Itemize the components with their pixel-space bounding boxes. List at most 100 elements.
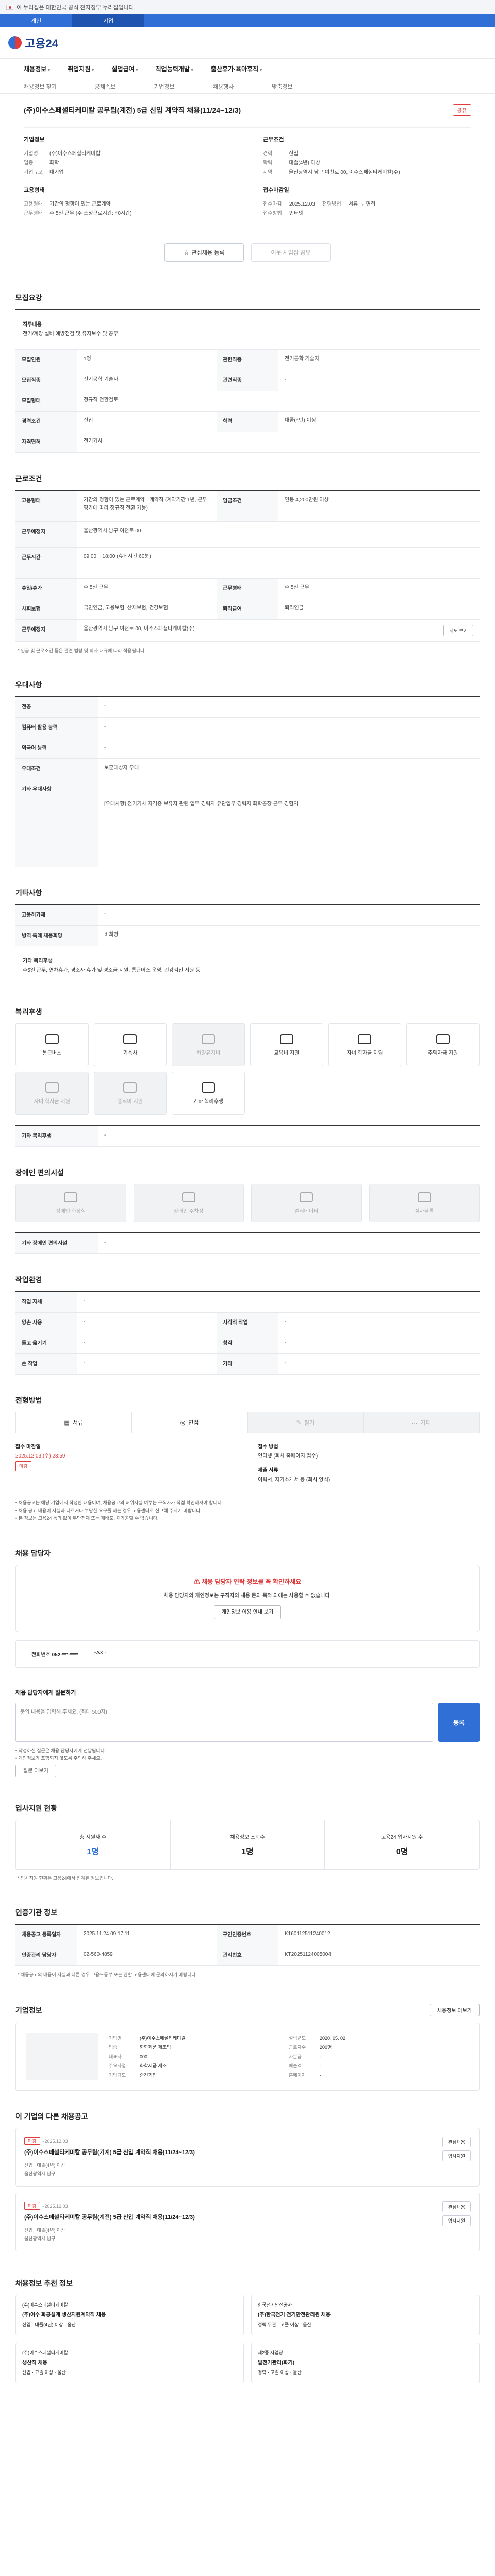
section-title: 입사지원 현황 <box>15 1804 58 1812</box>
info-key: 기업명 <box>109 2036 122 2041</box>
stat-label: 고용24 입사지원 수 <box>381 1835 423 1840</box>
logo[interactable]: 고용24 <box>8 35 58 51</box>
row-key: 작업 자세 <box>15 1292 77 1312</box>
site-header: 고용24 <box>0 27 495 59</box>
subnav-item-search[interactable]: 채용정보 찾기 <box>24 82 57 91</box>
job-header: (주)이수스페셜티케미칼 공무팀(계전) 5급 신입 계약직 채용(11/24~… <box>15 94 480 226</box>
bullet: • 채용공고는 해당 기업에서 작성한 내용이며, 채용공고의 허위사실 여부는… <box>15 1500 223 1505</box>
nav-item-support[interactable]: 취업지원 <box>68 64 94 73</box>
apply-info: 접수 마감일 2025.12.03 (수) 23:59 마감 접수 방법 인터넷… <box>15 1433 480 1494</box>
process-steps: ▤ 서류 ◎ 면접 ✎ 필기 … 기타 <box>15 1412 480 1433</box>
stats-box: 총 지원자 수 1명 채용정보 조회수 1명 고용24 입사지원 수 0명 <box>15 1820 480 1870</box>
logo-icon <box>8 36 22 49</box>
job-card[interactable]: 마감 ~2025.12.03 (주)이수스페셜티케미칼 공무팀(계전) 5급 신… <box>15 2193 480 2251</box>
etc-box-text: 주5일 근무, 연차휴가, 경조사 휴가 및 경조금 지원, 통근버스 운영, … <box>23 968 201 973</box>
row-key: 모집직종 <box>15 370 77 391</box>
scrap-button[interactable]: ☆ 관심채용 등록 <box>164 243 244 262</box>
welfare-label: 중식비 지원 <box>118 1098 143 1105</box>
similar-card[interactable]: 한국전기안전공사 (주)한국전기 전기안전관리원 채용 경력 무관 · 고졸 이상 … <box>251 2295 480 2335</box>
section-title: 작업환경 <box>15 1276 42 1284</box>
company-logo <box>26 2033 98 2080</box>
period-label: 고용형태 <box>24 187 45 193</box>
cond-summary-label: 근무조건 <box>263 137 284 143</box>
nav-item-benefit[interactable]: 실업급여 <box>111 64 138 73</box>
row-key: 모집인원 <box>15 350 77 370</box>
subnav-item-news[interactable]: 공채속보 <box>95 82 116 91</box>
summary-key: 전형방법 <box>322 201 341 207</box>
more-questions-button[interactable]: 질문 더보기 <box>15 1765 56 1777</box>
job-card[interactable]: 마감 ~2025.12.03 (주)이수스페셜티케미칼 공무팀(기계) 5급 신… <box>15 2128 480 2187</box>
doc-value: 이력서, 자기소개서 등 (회사 양식) <box>258 1477 331 1483</box>
facility-label: 점자블록 <box>415 1208 434 1214</box>
similar-company: (주)이수스페셜티케미칼 <box>22 2302 68 2308</box>
row-key: 모집형태 <box>15 391 77 411</box>
share-button[interactable]: 공유 <box>452 104 471 116</box>
process-step: ✎ 필기 <box>248 1412 364 1433</box>
stat-value: 0명 <box>395 1848 408 1856</box>
row-value: 주 5일 근무 <box>285 585 309 590</box>
nav-item-training[interactable]: 직업능력개발 <box>156 64 193 73</box>
job-meta: 울산광역시 남구 <box>24 2171 56 2176</box>
similar-meta: 신입 · 고졸 이상 · 울산 <box>22 2370 66 2375</box>
row-key: 관련직종 <box>217 370 278 391</box>
row-key: 자격면허 <box>15 432 77 452</box>
facility-label: 엘리베이터 <box>294 1208 319 1214</box>
summary-value: 2025.12.03 <box>289 201 315 207</box>
info-value: 화학제품 제조업 <box>140 2045 171 2050</box>
row-value: 국민연금, 고용보험, 산재보험, 건강보험 <box>84 605 168 611</box>
section-title: 채용정보 추천 정보 <box>15 2279 73 2287</box>
document-icon: ▤ <box>64 1419 70 1426</box>
scrap-card-button[interactable]: 관심채용 <box>442 2201 471 2212</box>
phone-label: 전화번호 <box>31 1652 51 1658</box>
row-key: 기타 <box>217 1354 278 1374</box>
subnav-item-events[interactable]: 채용행사 <box>213 82 234 91</box>
facility-item: 장애인 주차장 <box>133 1184 244 1222</box>
nav-item-jobs[interactable]: 채용정보 <box>24 64 50 73</box>
info-value: 000 <box>140 2054 148 2059</box>
subnav-item-company[interactable]: 기업정보 <box>154 82 174 91</box>
info-key: 업종 <box>109 2045 118 2050</box>
row-value: - <box>285 1340 287 1345</box>
row-key: 시각적 작업 <box>217 1313 278 1333</box>
welfare-label: 자녀 학자금 지원 <box>34 1098 70 1105</box>
similar-card[interactable]: 제2종 사업장 발전기관리(화기) 경력 · 고졸 이상 · 울산 <box>251 2343 480 2383</box>
bullet: • 개인정보가 포함되지 않도록 주의해 주세요. <box>15 1756 102 1761</box>
step-label: 서류 <box>72 1420 84 1426</box>
tab-personal[interactable]: 개인 <box>0 14 72 27</box>
job-title: (주)이수스페셜티케미칼 공무팀(계전) 5급 신입 계약직 채용(11/24~… <box>24 106 241 114</box>
scrap-label: 관심채용 등록 <box>191 250 225 256</box>
work-env-section: 작업환경 작업 자세 - 양손 사용 - 시각적 작업 - 들고 옮기기 - 청각 - 손 작… <box>15 1259 480 1380</box>
question-input[interactable] <box>15 1703 433 1742</box>
section-title: 채용 담당자 <box>15 1549 51 1557</box>
row-value: - <box>104 1240 106 1245</box>
register-button[interactable]: 등록 <box>438 1703 480 1742</box>
privacy-info-button[interactable]: 개인정보 이용 안내 보기 <box>213 1605 282 1619</box>
share-neighbor-button[interactable]: 이웃 사업장 공유 <box>251 243 331 262</box>
summary-key: 기업명 <box>24 151 38 157</box>
scrap-card-button[interactable]: 관심채용 <box>442 2137 471 2147</box>
map-button[interactable]: 지도 보기 <box>443 625 473 636</box>
section-title: 장애인 편의시설 <box>15 1168 64 1177</box>
info-key: 설립년도 <box>289 2036 306 2041</box>
bullet: • 채용 공고 내용이 사실과 다르거나 부당한 요구를 하는 경우 고용센터로… <box>15 1508 202 1513</box>
similar-meta: 경력 · 고졸 이상 · 울산 <box>258 2370 302 2375</box>
subnav-item-custom[interactable]: 맞춤정보 <box>272 82 292 91</box>
apply-card-button[interactable]: 입사지원 <box>442 2215 471 2226</box>
welfare-grid: 통근버스 기숙사 차량유지비 교육비 지원 자녀 학자금 지원 주택자금 지원 … <box>15 1023 480 1115</box>
welfare-label: 교육비 지원 <box>274 1050 300 1056</box>
deadline-value: 2025.12.03 (수) 23:59 <box>15 1453 65 1459</box>
section-title: 복리후생 <box>15 1008 42 1016</box>
similar-title: 발전기관리(화기) <box>258 2360 295 2366</box>
share-label: 이웃 사업장 공유 <box>271 250 311 256</box>
similar-card[interactable]: (주)이수스페셜티케미칼 생산직 채용 신입 · 고졸 이상 · 울산 <box>15 2343 244 2383</box>
company-more-button[interactable]: 채용정보 더보기 <box>429 2004 480 2016</box>
welfare-item: 중식비 지원 <box>93 1072 167 1115</box>
process-bullets: • 채용공고는 해당 기업에서 작성한 내용이며, 채용공고의 허위사실 여부는… <box>15 1494 480 1528</box>
row-value: - <box>285 1360 287 1366</box>
nav-item-leave[interactable]: 출산휴가·육아휴직 <box>211 64 262 73</box>
alert-icon: ⚠ <box>193 1578 202 1585</box>
gov-banner: 이 누리집은 대한민국 공식 전자정부 누리집입니다. <box>0 0 495 14</box>
apply-card-button[interactable]: 입사지원 <box>442 2150 471 2161</box>
similar-card[interactable]: (주)이수스페셜티케미칼 (주)이수 화공설계 생산지원계약직 채용 신입 · 대졸… <box>15 2295 244 2335</box>
tab-company[interactable]: 기업 <box>72 14 144 27</box>
